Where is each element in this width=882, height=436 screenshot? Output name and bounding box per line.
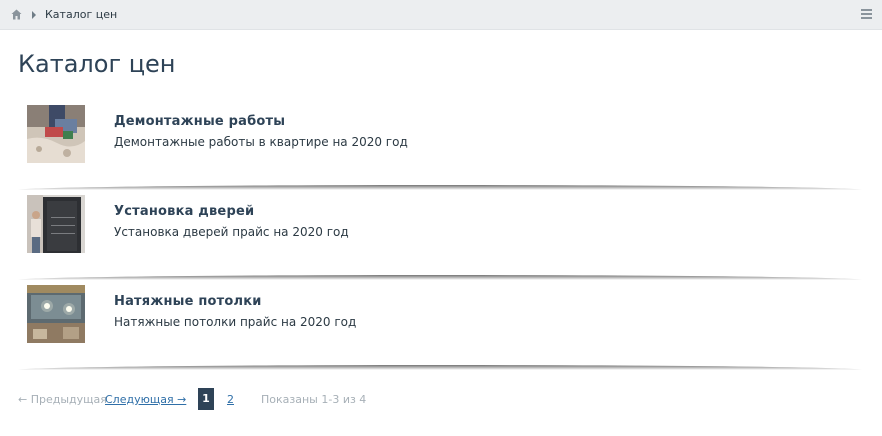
hamburger-menu-icon[interactable] bbox=[861, 9, 872, 20]
item-divider bbox=[18, 185, 862, 190]
item-divider bbox=[18, 275, 862, 280]
list-item[interactable]: Натяжные потолки Натяжные потолки прайс … bbox=[18, 285, 862, 370]
item-title[interactable]: Установка дверей bbox=[114, 204, 254, 219]
item-description: Установка дверей прайс на 2020 год bbox=[114, 225, 349, 239]
demolition-thumbnail[interactable] bbox=[27, 105, 85, 163]
stretch-ceiling-thumbnail[interactable] bbox=[27, 285, 85, 343]
item-title[interactable]: Демонтажные работы bbox=[114, 114, 285, 129]
page-1-button[interactable]: 1 bbox=[198, 388, 214, 410]
item-description: Демонтажные работы в квартире на 2020 го… bbox=[114, 135, 408, 149]
breadcrumb-current: Каталог цен bbox=[45, 8, 118, 21]
pagination: ← Предыдущая Следующая → 1 2 Показаны 1-… bbox=[18, 387, 878, 411]
breadcrumb-bar: Каталог цен bbox=[0, 0, 882, 30]
list-item[interactable]: Установка дверей Установка дверей прайс … bbox=[18, 195, 862, 280]
prev-page-link: ← Предыдущая bbox=[18, 393, 107, 406]
item-divider bbox=[18, 365, 862, 370]
breadcrumb-separator-icon bbox=[32, 11, 36, 19]
next-page-link[interactable]: Следующая → bbox=[105, 393, 186, 406]
page-2-link[interactable]: 2 bbox=[227, 393, 234, 406]
home-icon[interactable] bbox=[11, 9, 22, 20]
results-count: Показаны 1-3 из 4 bbox=[261, 393, 367, 406]
list-item[interactable]: Демонтажные работы Демонтажные работы в … bbox=[18, 105, 862, 190]
item-title[interactable]: Натяжные потолки bbox=[114, 294, 262, 309]
page-title: Каталог цен bbox=[18, 50, 176, 78]
item-description: Натяжные потолки прайс на 2020 год bbox=[114, 315, 357, 329]
door-install-thumbnail[interactable] bbox=[27, 195, 85, 253]
